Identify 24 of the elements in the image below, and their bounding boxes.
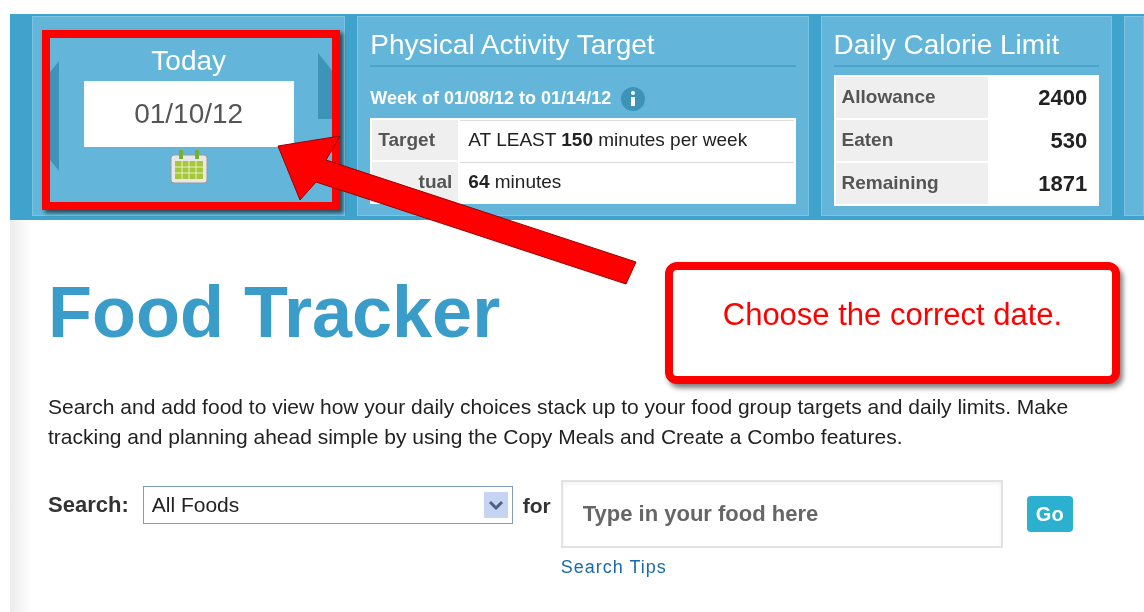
- row-value: AT LEAST 150 minutes per week: [460, 120, 794, 160]
- week-range: Week of 01/08/12 to 01/14/12: [370, 87, 612, 110]
- row-value: 1871: [1037, 170, 1089, 198]
- for-label: for: [522, 493, 551, 519]
- date-field[interactable]: 01/10/12: [83, 81, 294, 147]
- search-tips-link[interactable]: Search Tips: [560, 554, 1003, 581]
- row-label: Remaining: [835, 163, 988, 204]
- search-label: Search:: [48, 491, 129, 519]
- callout-text: Choose the correct date.: [722, 296, 1063, 334]
- calorie-panel-title: Daily Calorie Limit: [833, 27, 1100, 67]
- row-label: Allowance: [835, 77, 988, 118]
- activity-panel-title: Physical Activity Target: [370, 27, 796, 67]
- info-icon[interactable]: [621, 86, 646, 111]
- date-panel-title: Today: [151, 47, 227, 75]
- food-search-field[interactable]: Type in your food here: [560, 480, 1003, 548]
- calendar-icon[interactable]: [168, 149, 209, 185]
- category-select[interactable]: All Foods: [142, 486, 513, 524]
- row-label: Eaten: [835, 120, 988, 161]
- row-label: Target: [372, 120, 459, 160]
- row-value: 2400: [1037, 84, 1089, 112]
- row-value: 64 minutes: [460, 162, 794, 202]
- intro-text: Search and add food to view how your daily choices stack up to your food group targets and daily limits. Make tracking and planning ahead simple by using the Copy Meals and Create a Combo features.: [48, 394, 1070, 450]
- page-title: Food Tracker: [48, 272, 501, 352]
- row-value: 530: [1049, 127, 1089, 155]
